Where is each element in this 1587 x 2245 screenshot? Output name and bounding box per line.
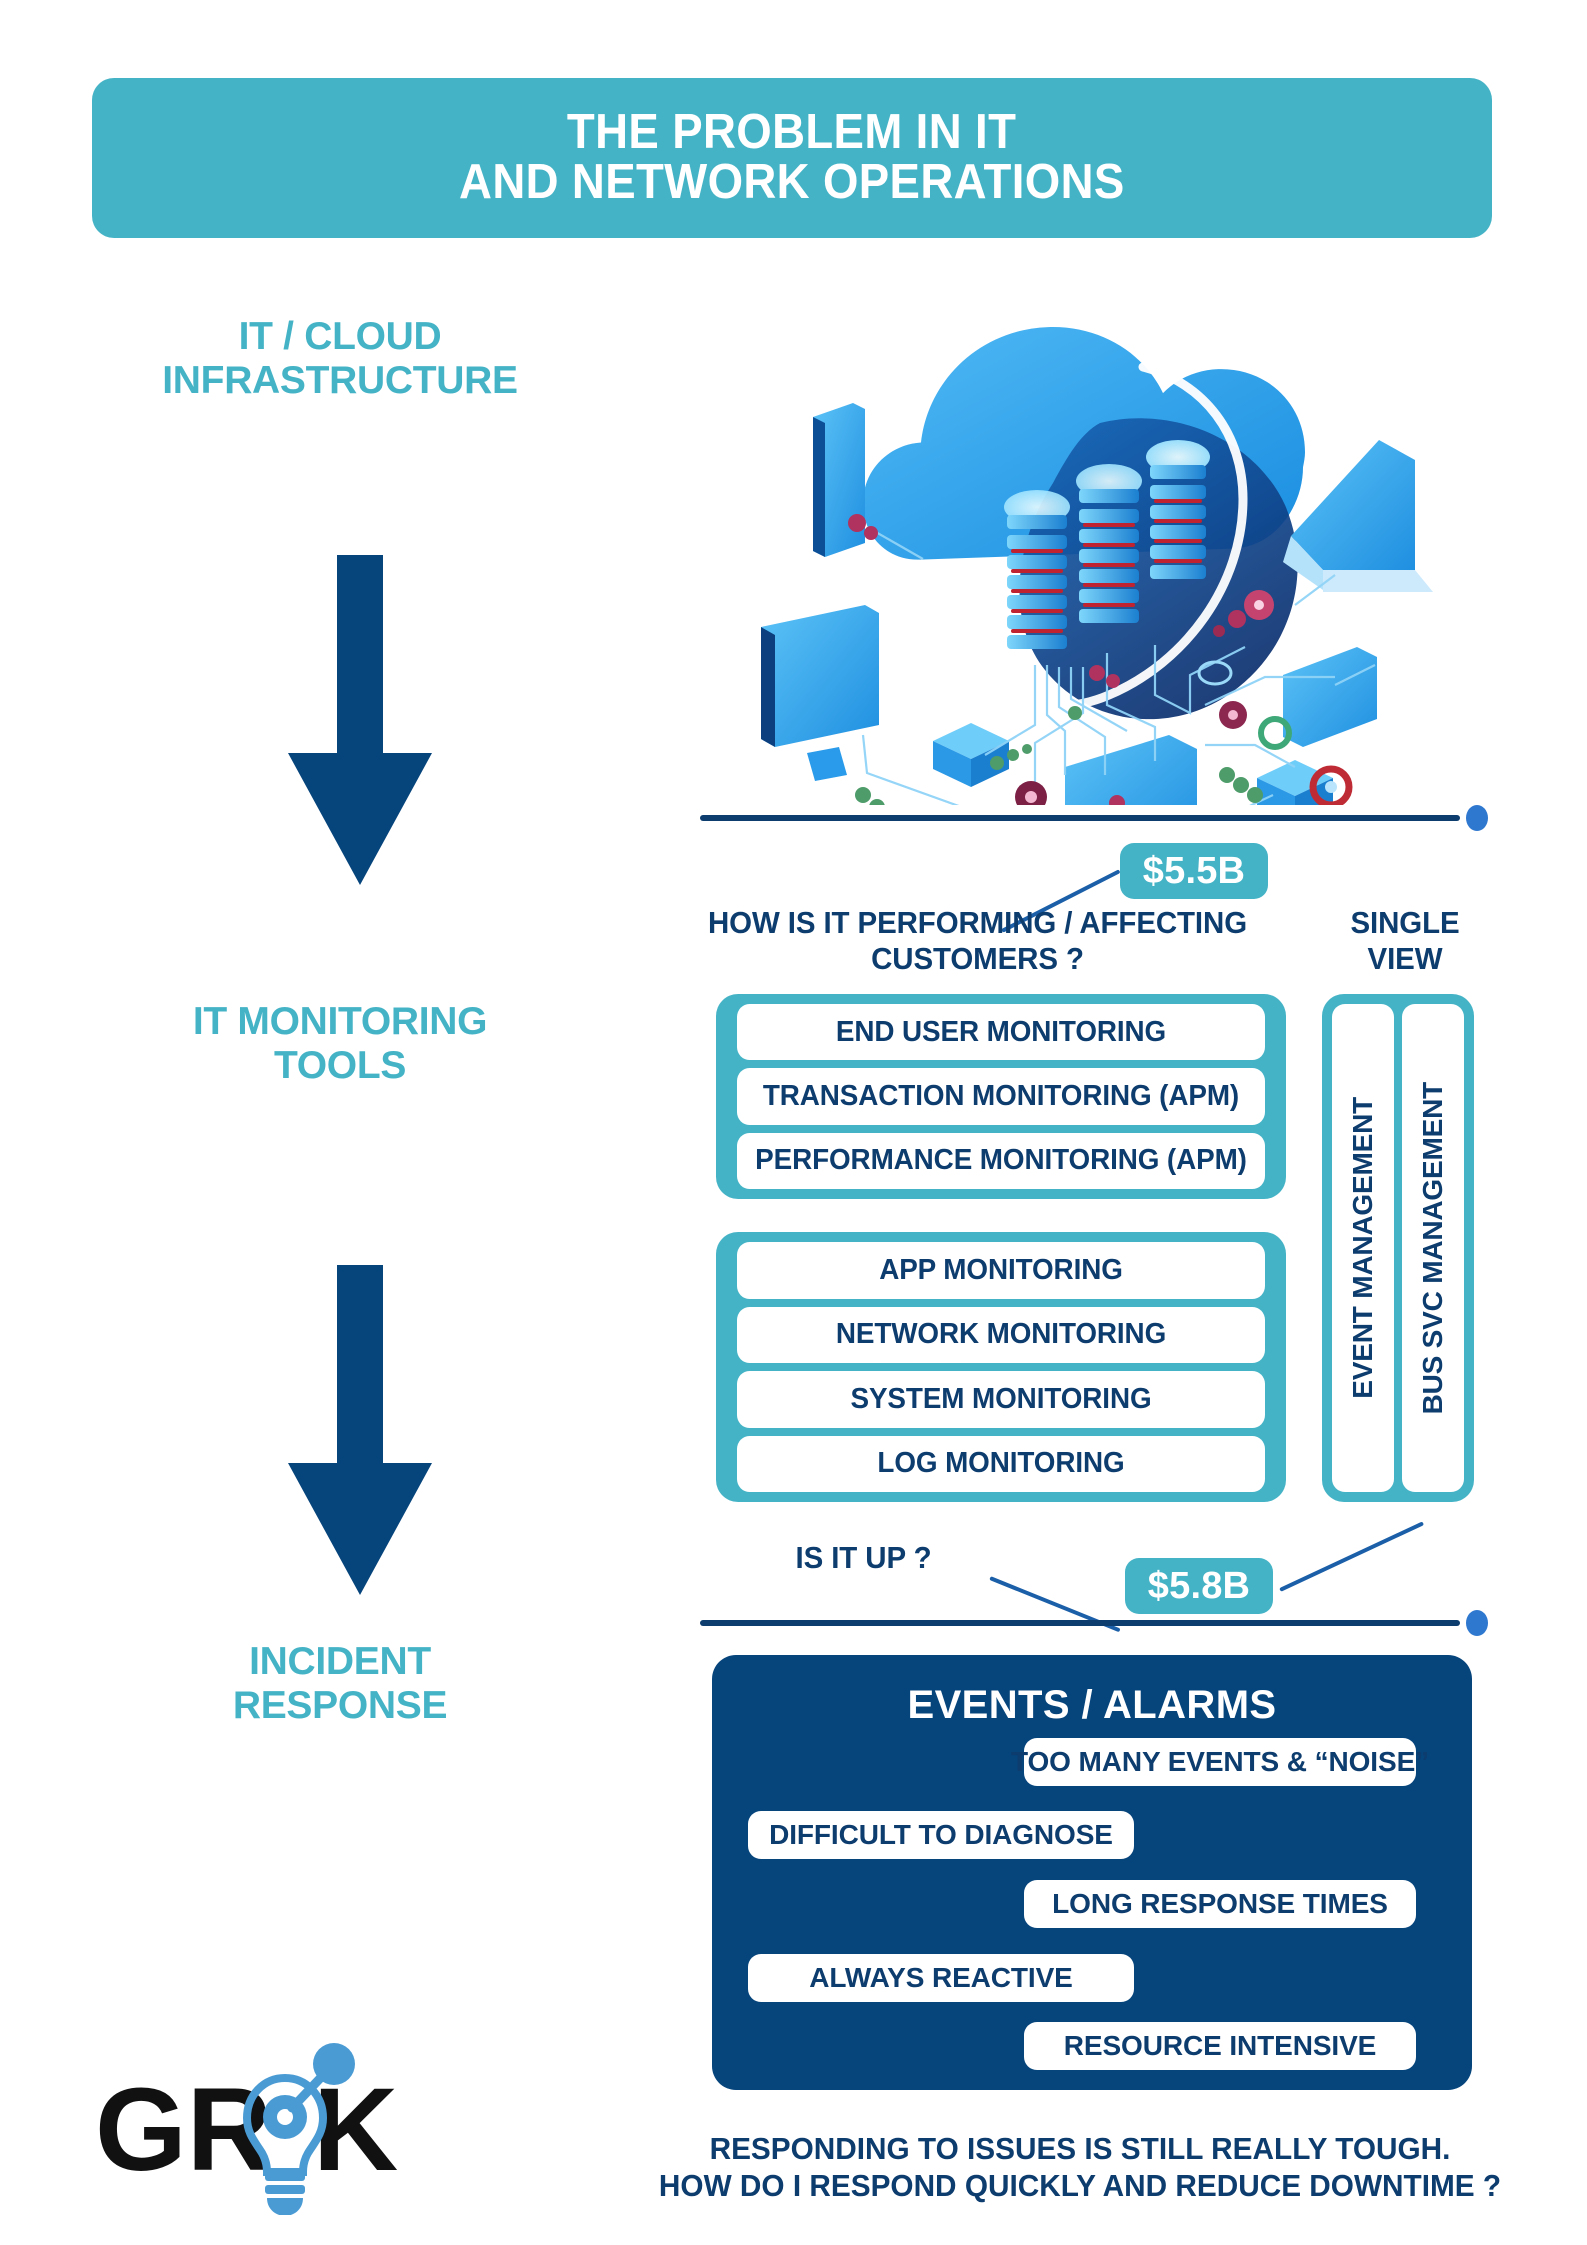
event-pill-resource-intensive[interactable]: RESOURCE INTENSIVE — [1024, 2022, 1416, 2070]
question-is-it-up: IS IT UP ? — [795, 1540, 932, 1575]
question-performing: HOW IS IT PERFORMING / AFFECTING CUSTOME… — [676, 905, 1279, 976]
vertical-pill-bus-svc-management[interactable]: BUS SVC MANAGEMENT — [1402, 1004, 1464, 1492]
stage-label-incident-line1: INCIDENT — [249, 1640, 431, 1683]
down-arrow-icon — [288, 555, 432, 885]
vertical-pill-bus-svc-management-label: BUS SVC MANAGEMENT — [1417, 1081, 1448, 1415]
logo-text-after: K — [313, 2064, 398, 2196]
question-single-view: SINGLE VIEW — [1315, 905, 1496, 976]
tool-pill-transaction-monitoring[interactable]: TRANSACTION MONITORING (APM) — [737, 1068, 1265, 1125]
tool-group-performance: END USER MONITORING TRANSACTION MONITORI… — [716, 994, 1286, 1199]
section-divider-top — [700, 815, 1460, 821]
bottom-caption-line2: HOW DO I RESPOND QUICKLY AND REDUCE DOWN… — [658, 2168, 1502, 2204]
event-pill-too-many-events[interactable]: TOO MANY EVENTS & “NOISE” — [1011, 1738, 1429, 1786]
tool-pill-app-monitoring[interactable]: APP MONITORING — [737, 1242, 1265, 1299]
stage-label-monitoring: IT MONITORING TOOLS — [60, 1000, 620, 1087]
header-title-line2: AND NETWORK OPERATIONS — [459, 155, 1125, 209]
tool-pill-performance-monitoring[interactable]: PERFORMANCE MONITORING (APM) — [737, 1132, 1265, 1189]
single-view-group: EVENT MANAGEMENT BUS SVC MANAGEMENT — [1322, 994, 1474, 1502]
bottom-caption: RESPONDING TO ISSUES IS STILL REALLY TOU… — [619, 2130, 1541, 2204]
leader-line-58-right — [1279, 1521, 1425, 1592]
question-performing-line2: CUSTOMERS ? — [871, 940, 1084, 976]
event-pill-long-response-times[interactable]: LONG RESPONSE TIMES — [1024, 1880, 1416, 1928]
divider-dot-icon — [1466, 1610, 1488, 1636]
header-banner: THE PROBLEM IN IT AND NETWORK OPERATIONS — [92, 78, 1492, 238]
question-single-view-line1: SINGLE — [1350, 905, 1460, 940]
infographic-page: THE PROBLEM IN IT AND NETWORK OPERATIONS… — [0, 0, 1587, 2245]
stage-label-monitoring-line1: IT MONITORING — [192, 1000, 488, 1043]
event-pill-difficult-to-diagnose[interactable]: DIFFICULT TO DIAGNOSE — [748, 1811, 1134, 1859]
question-single-view-line2: VIEW — [1367, 940, 1443, 976]
section-divider-bottom — [700, 1620, 1460, 1626]
tool-pill-system-monitoring[interactable]: SYSTEM MONITORING — [737, 1371, 1265, 1428]
tool-pill-end-user-monitoring[interactable]: END USER MONITORING — [737, 1004, 1265, 1061]
badge-spend-events: $5.8B — [1125, 1558, 1273, 1614]
vertical-pill-event-management[interactable]: EVENT MANAGEMENT — [1332, 1004, 1394, 1492]
stage-label-infrastructure-line1: IT / CLOUD — [238, 315, 442, 358]
stage-label-infrastructure-line2: INFRASTRUCTURE — [162, 358, 518, 402]
tool-group-infrastructure: APP MONITORING NETWORK MONITORING SYSTEM… — [716, 1232, 1286, 1502]
stage-label-infrastructure: IT / CLOUD INFRASTRUCTURE — [60, 315, 620, 402]
grok-logo: GR K — [95, 2043, 398, 2215]
tool-pill-log-monitoring[interactable]: LOG MONITORING — [737, 1435, 1265, 1492]
bottom-caption-line1: RESPONDING TO ISSUES IS STILL REALLY TOU… — [709, 2131, 1451, 2166]
tool-pill-network-monitoring[interactable]: NETWORK MONITORING — [737, 1306, 1265, 1363]
down-arrow-icon — [288, 1265, 432, 1595]
cloud-infrastructure-illustration — [761, 327, 1433, 805]
events-alarms-title: EVENTS / ALARMS — [907, 1683, 1277, 1727]
vertical-pill-event-management-label: EVENT MANAGEMENT — [1347, 1097, 1378, 1399]
stage-label-incident-line2: RESPONSE — [232, 1683, 448, 1727]
divider-dot-icon — [1466, 805, 1488, 831]
header-title-line1: THE PROBLEM IN IT — [567, 105, 1017, 160]
badge-spend-monitoring: $5.5B — [1120, 843, 1268, 899]
question-performing-line1: HOW IS IT PERFORMING / AFFECTING — [707, 905, 1248, 940]
event-pill-always-reactive[interactable]: ALWAYS REACTIVE — [748, 1954, 1134, 2002]
stage-label-incident: INCIDENT RESPONSE — [60, 1640, 620, 1727]
stage-label-monitoring-line2: TOOLS — [273, 1043, 407, 1087]
